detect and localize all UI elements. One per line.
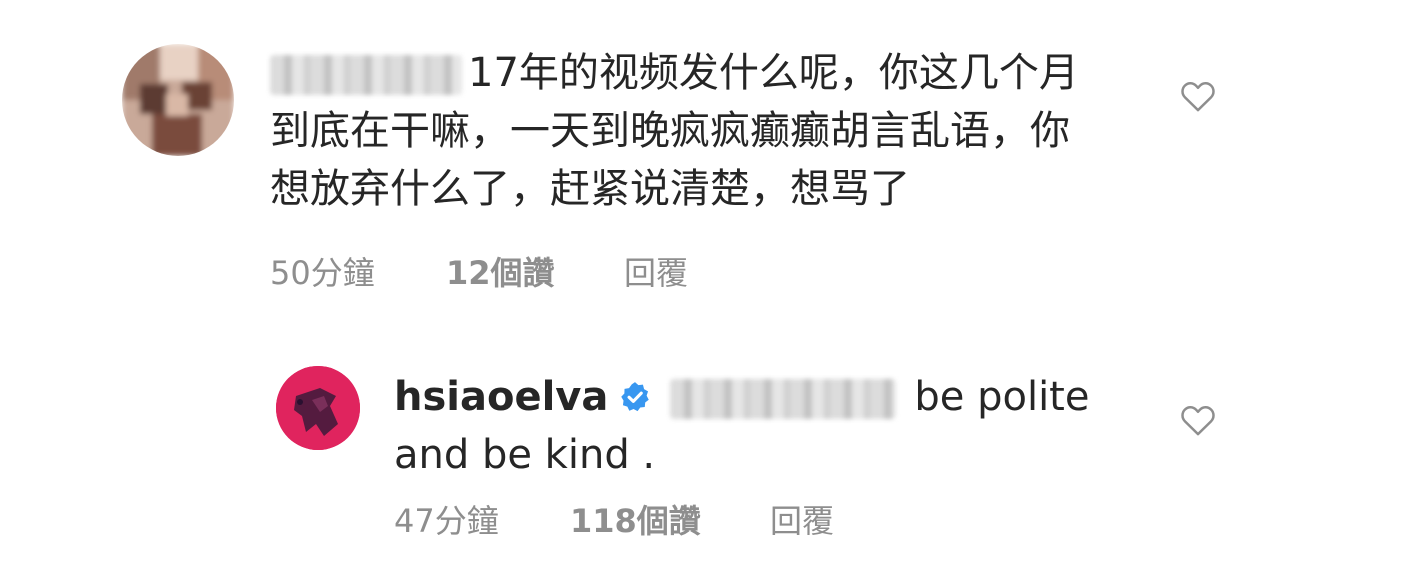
profile-photo-icon — [276, 366, 360, 450]
verified-badge-icon — [621, 382, 650, 412]
heart-outline-icon[interactable] — [1178, 76, 1218, 116]
reply-text-line: and be kind . — [394, 432, 656, 478]
reply-meta: 47分鐘 118個讚 回覆 — [394, 496, 994, 540]
reply-text: hsiaoelva be polite and be kind . — [394, 368, 1134, 484]
comment-item: 17年的视频发什么呢，你这几个月 到底在干嘛，一天到晚疯疯癫癫胡言乱语，你 想放… — [0, 0, 1402, 300]
reply-item: hsiaoelva be polite and be kind . 47分鐘 1… — [0, 300, 1402, 568]
reply-likes[interactable]: 118個讚 — [570, 496, 701, 542]
comment-likes[interactable]: 12個讚 — [446, 248, 555, 294]
reply-time: 47分鐘 — [394, 502, 499, 540]
heart-outline-icon[interactable] — [1178, 400, 1218, 440]
reply-avatar[interactable] — [276, 366, 360, 450]
reply-button[interactable]: 回覆 — [770, 496, 834, 542]
blurred-avatar-icon — [122, 44, 234, 156]
comment-text-line: 17年的视频发什么呢，你这几个月 — [468, 50, 1079, 96]
comment-text-line: 想放弃什么了，赶紧说清楚，想骂了 — [270, 166, 910, 212]
reply-button[interactable]: 回覆 — [624, 248, 688, 294]
commenter-avatar[interactable] — [122, 44, 234, 156]
comment-text: 17年的视频发什么呢，你这几个月 到底在干嘛，一天到晚疯疯癫癫胡言乱语，你 想放… — [270, 44, 1150, 218]
comment-meta: 50分鐘 12個讚 回覆 — [270, 248, 870, 292]
reply-text-line: be polite — [914, 374, 1090, 420]
blurred-username[interactable] — [270, 55, 462, 95]
comment-time: 50分鐘 — [270, 254, 375, 292]
blurred-mention[interactable] — [670, 379, 897, 419]
comment-text-line: 到底在干嘛，一天到晚疯疯癫癫胡言乱语，你 — [270, 108, 1070, 154]
reply-username[interactable]: hsiaoelva — [394, 374, 608, 420]
